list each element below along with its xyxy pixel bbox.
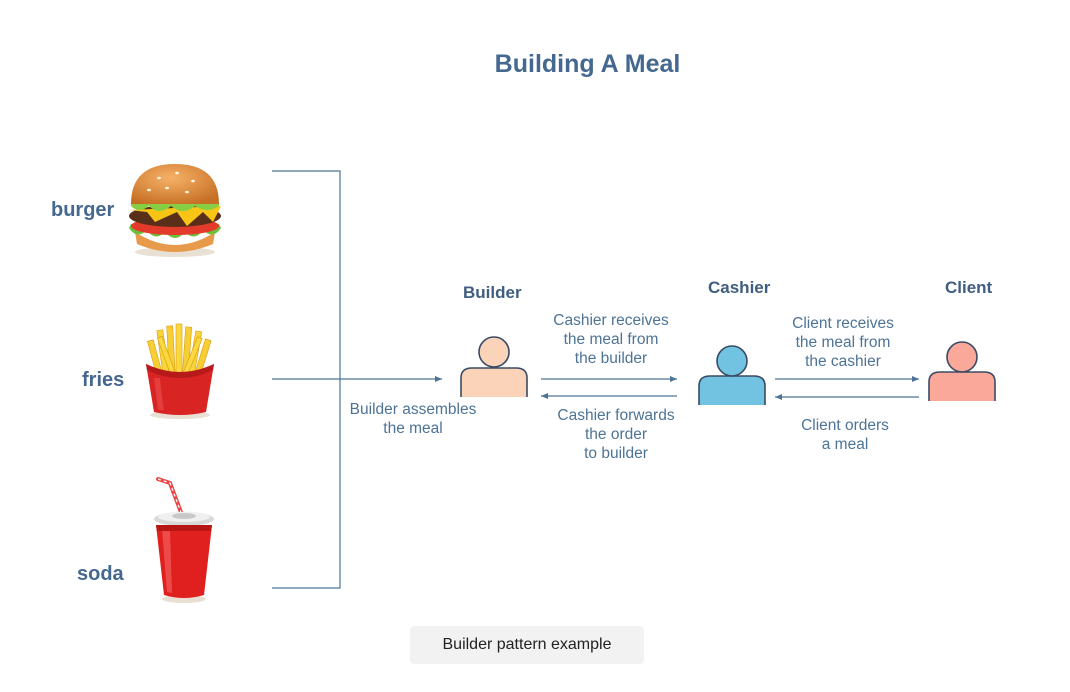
builder-person-icon xyxy=(460,336,528,397)
soda-icon xyxy=(154,477,214,603)
food-label-burger: burger xyxy=(51,199,115,221)
note-cashier-receives: Cashier receives the meal from the build… xyxy=(553,312,669,367)
role-label-builder: Builder xyxy=(463,283,522,302)
client-person-icon xyxy=(928,341,996,401)
note-client-orders: Client orders a meal xyxy=(801,417,889,453)
food-label-fries: fries xyxy=(82,369,125,391)
cashier-person-icon xyxy=(698,345,766,405)
role-label-cashier: Cashier xyxy=(708,278,771,297)
caption-label: Builder pattern example xyxy=(410,626,644,664)
food-label-soda: soda xyxy=(77,563,124,585)
fries-icon xyxy=(146,323,214,419)
role-label-client: Client xyxy=(945,278,993,297)
burger-icon xyxy=(129,164,221,257)
note-cashier-forwards: Cashier forwards the order to builder xyxy=(557,407,675,462)
note-builder-assembles: Builder assembles the meal xyxy=(349,401,477,437)
note-client-receives: Client receives the meal from the cashie… xyxy=(792,315,894,370)
